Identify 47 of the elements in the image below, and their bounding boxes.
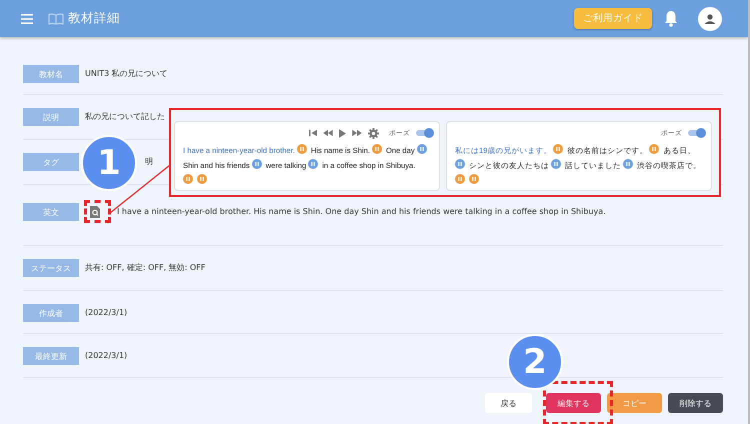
pause-marker-icon[interactable] xyxy=(455,159,465,169)
play-icon[interactable] xyxy=(339,128,346,138)
field-label: 最終更新 xyxy=(23,347,79,365)
pause-marker-icon[interactable] xyxy=(623,159,633,169)
pause-toggle[interactable] xyxy=(688,130,703,136)
pause-marker-icon[interactable] xyxy=(455,174,465,184)
pause-marker-icon[interactable] xyxy=(197,174,207,184)
field-label: 作成者 xyxy=(23,304,79,322)
highlight-frame xyxy=(84,200,111,223)
edit-button[interactable]: 編集する xyxy=(546,393,601,413)
pause-marker-icon[interactable] xyxy=(649,144,660,154)
field-value: 私の兄について記した xyxy=(85,111,165,123)
step-number-badge: 1 xyxy=(81,135,137,191)
field-label: 説明 xyxy=(23,108,79,126)
field-label: 英文 xyxy=(23,203,79,221)
back-button[interactable]: 戻る xyxy=(485,393,532,413)
skip-back-icon[interactable] xyxy=(309,129,317,137)
pause-marker-icon[interactable] xyxy=(551,159,561,169)
step-number-badge: 2 xyxy=(507,334,563,390)
pause-marker-icon[interactable] xyxy=(308,159,318,169)
pause-toggle[interactable] xyxy=(416,130,431,136)
pause-marker-icon[interactable] xyxy=(469,174,479,184)
menu-icon[interactable] xyxy=(21,14,33,24)
field-value: UNIT3 私の兄について xyxy=(85,68,168,80)
field-value: I have a ninteen-year-old brother. His name is Shin. One day Shin and his friends were talking in a coffee shop in Shibuya. xyxy=(117,206,606,218)
pause-marker-icon[interactable] xyxy=(416,144,427,154)
settings-icon[interactable] xyxy=(368,128,379,138)
field-value: 共有: OFF, 確定: OFF, 無効: OFF xyxy=(85,262,206,274)
pause-marker-icon[interactable] xyxy=(372,144,382,154)
field-label: タグ xyxy=(23,153,79,171)
user-avatar-icon[interactable] xyxy=(698,6,722,30)
rewind-icon[interactable] xyxy=(323,129,333,137)
field-value: 明 xyxy=(145,156,153,168)
book-icon xyxy=(48,12,64,24)
field-label: ステータス xyxy=(23,259,79,277)
field-label: 教材名 xyxy=(23,65,79,83)
pause-marker-icon[interactable] xyxy=(252,159,262,169)
pause-marker-icon[interactable] xyxy=(553,144,564,154)
field-value: (2022/3/1) xyxy=(85,307,128,319)
document-search-icon[interactable] xyxy=(90,206,100,218)
pause-marker-icon[interactable] xyxy=(296,144,307,154)
fast-forward-icon[interactable] xyxy=(352,129,362,137)
pause-marker-icon[interactable] xyxy=(183,174,193,184)
page-title: 教材詳細 xyxy=(68,10,120,27)
notification-bell-icon[interactable] xyxy=(664,10,678,27)
delete-button[interactable]: 削除する xyxy=(668,393,723,413)
field-value: (2022/3/1) xyxy=(85,350,128,362)
